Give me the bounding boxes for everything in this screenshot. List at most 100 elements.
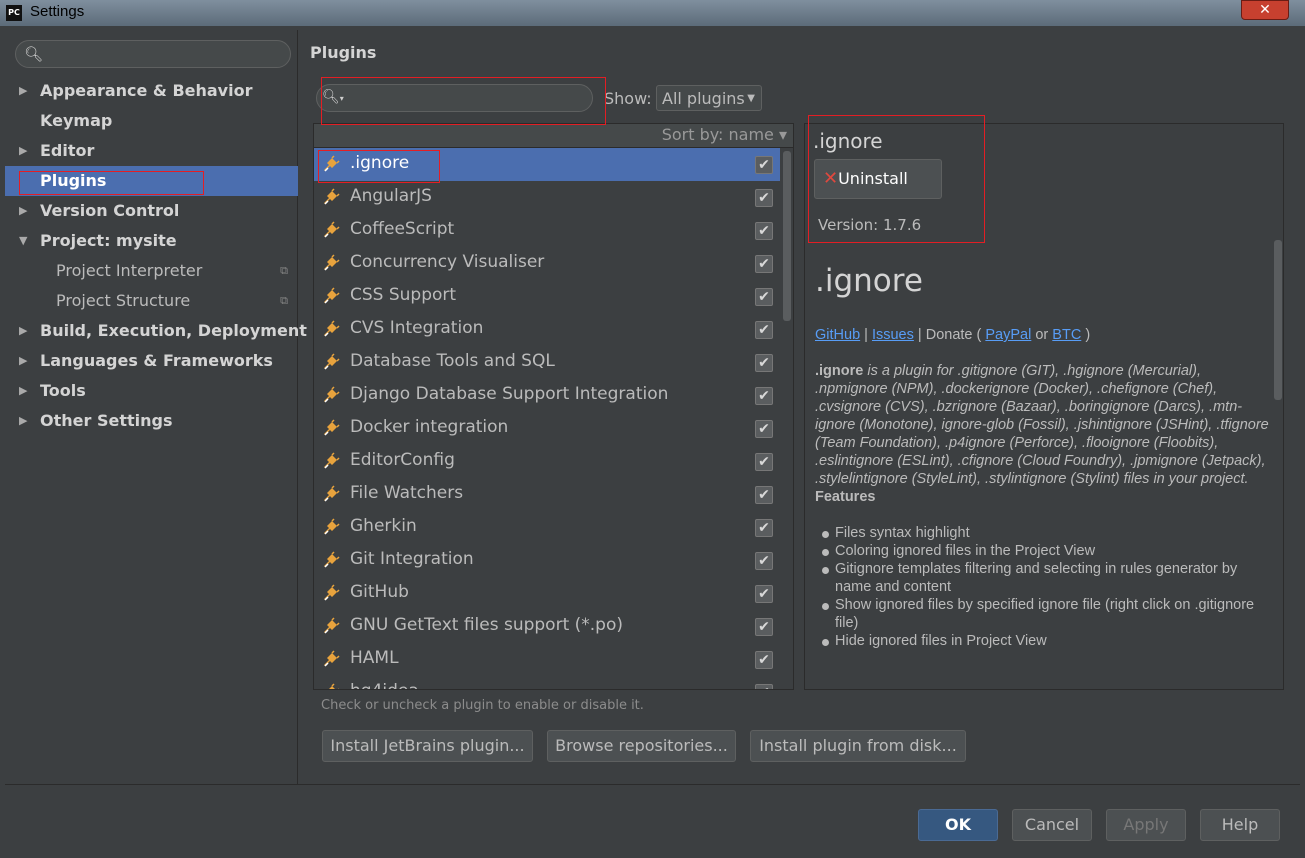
detail-scrollbar-thumb[interactable] <box>1274 240 1282 400</box>
plugin-enabled-checkbox[interactable]: ✔ <box>755 255 773 273</box>
show-filter-dropdown[interactable]: All plugins ▼ <box>656 85 762 111</box>
title-bar: PC Settings ✕ <box>0 0 1305 26</box>
plugin-enabled-checkbox[interactable]: ✔ <box>755 222 773 240</box>
expanded-arrow-icon[interactable]: ▼ <box>19 226 27 256</box>
plugin-row[interactable]: CoffeeScript ✔ <box>314 214 780 247</box>
plugin-row[interactable]: Docker integration ✔ <box>314 412 780 445</box>
sidebar-item-label: Languages & Frameworks <box>40 351 273 370</box>
plugin-enabled-checkbox[interactable]: ✔ <box>755 486 773 504</box>
or-text: or <box>1035 327 1049 343</box>
show-filter-value: All plugins <box>662 89 745 108</box>
github-link[interactable]: GitHub <box>815 327 860 343</box>
uninstall-label: Uninstall <box>838 169 908 188</box>
collapsed-arrow-icon[interactable]: ▶ <box>19 376 27 406</box>
description-heading: .ignore <box>815 263 923 299</box>
apply-button[interactable]: Apply <box>1106 809 1186 841</box>
sidebar-item-editor[interactable]: ▶ Editor <box>5 136 298 166</box>
sidebar-item-project-structure[interactable]: Project Structure ⧉ <box>5 286 298 316</box>
plugin-row[interactable]: GNU GetText files support (*.po) ✔ <box>314 610 780 643</box>
browse-repositories-button[interactable]: Browse repositories... <box>547 730 736 762</box>
search-options-icon[interactable]: 🔍︎▾ <box>322 89 344 105</box>
plugin-enabled-checkbox[interactable]: ✔ <box>755 288 773 306</box>
help-button[interactable]: Help <box>1200 809 1280 841</box>
project-settings-icon: ⧉ <box>280 264 288 277</box>
sidebar-search-input[interactable]: 🔍︎ <box>15 40 291 68</box>
plugin-enabled-checkbox[interactable]: ✔ <box>755 453 773 471</box>
sidebar-item-other-settings[interactable]: ▶ Other Settings <box>5 406 298 436</box>
plugin-enabled-checkbox[interactable]: ✔ <box>755 321 773 339</box>
sidebar-item-languages-frameworks[interactable]: ▶ Languages & Frameworks <box>5 346 298 376</box>
plugin-enabled-checkbox[interactable]: ✔ <box>755 585 773 603</box>
sidebar-item-label: Project Interpreter <box>56 261 203 280</box>
plugin-row[interactable]: CVS Integration ✔ <box>314 313 780 346</box>
sidebar-item-project-mysite[interactable]: ▼ Project: mysite <box>5 226 298 256</box>
plugin-icon <box>324 188 340 205</box>
plugin-row[interactable]: File Watchers ✔ <box>314 478 780 511</box>
detail-scrollbar[interactable] <box>1272 240 1283 400</box>
sidebar-item-label: Plugins <box>40 171 107 190</box>
plugin-icon <box>324 386 340 403</box>
collapsed-arrow-icon[interactable]: ▶ <box>19 136 27 166</box>
plugin-row[interactable]: GitHub ✔ <box>314 577 780 610</box>
plugin-row[interactable]: hg4idea ✔ <box>314 676 780 689</box>
uninstall-button[interactable]: ✕Uninstall <box>814 159 942 199</box>
plugin-search-input[interactable]: 🔍︎▾ <box>316 84 593 112</box>
plugin-row[interactable]: Concurrency Visualiser ✔ <box>314 247 780 280</box>
plugin-enabled-checkbox[interactable]: ✔ <box>755 684 773 689</box>
sort-by-dropdown[interactable]: Sort by: name ▾ <box>662 125 787 144</box>
plugin-row[interactable]: .ignore ✔ <box>314 148 780 181</box>
collapsed-arrow-icon[interactable]: ▶ <box>19 406 27 436</box>
sidebar-item-tools[interactable]: ▶ Tools <box>5 376 298 406</box>
plugin-row[interactable]: Database Tools and SQL ✔ <box>314 346 780 379</box>
plugin-enabled-checkbox[interactable]: ✔ <box>755 552 773 570</box>
issues-link[interactable]: Issues <box>872 327 914 343</box>
plugin-enabled-checkbox[interactable]: ✔ <box>755 156 773 174</box>
plugin-name: CoffeeScript <box>350 219 455 239</box>
install-from-disk-button[interactable]: Install plugin from disk... <box>750 730 966 762</box>
collapsed-arrow-icon[interactable]: ▶ <box>19 346 27 376</box>
plugin-icon <box>324 452 340 469</box>
paypal-link[interactable]: PayPal <box>985 327 1031 343</box>
plugin-enabled-checkbox[interactable]: ✔ <box>755 519 773 537</box>
list-scrollbar-thumb[interactable] <box>783 151 791 321</box>
plugin-row[interactable]: HAML ✔ <box>314 643 780 676</box>
plugin-list: Sort by: name ▾ .ignore ✔ AngularJS ✔ Coffee… <box>313 123 794 690</box>
plugin-enabled-checkbox[interactable]: ✔ <box>755 189 773 207</box>
sidebar-item-plugins[interactable]: Plugins <box>5 166 298 196</box>
install-jetbrains-plugin-button[interactable]: Install JetBrains plugin... <box>322 730 533 762</box>
btc-link[interactable]: BTC <box>1052 327 1081 343</box>
sidebar-item-build-execution-deployment[interactable]: ▶ Build, Execution, Deployment <box>5 316 307 346</box>
features-title: Features <box>815 489 876 505</box>
sidebar-item-appearance-behavior[interactable]: ▶ Appearance & Behavior <box>5 76 298 106</box>
plugin-row[interactable]: Gherkin ✔ <box>314 511 780 544</box>
plugin-icon <box>324 353 340 370</box>
list-scrollbar[interactable] <box>781 149 793 689</box>
collapsed-arrow-icon[interactable]: ▶ <box>19 76 27 106</box>
collapsed-arrow-icon[interactable]: ▶ <box>19 316 27 346</box>
plugin-name: CSS Support <box>350 285 457 305</box>
plugin-icon <box>324 221 340 238</box>
plugin-icon <box>324 584 340 601</box>
plugin-enabled-checkbox[interactable]: ✔ <box>755 387 773 405</box>
plugin-row[interactable]: Django Database Support Integration ✔ <box>314 379 780 412</box>
sidebar-item-label: Project: mysite <box>40 231 177 250</box>
plugin-enabled-checkbox[interactable]: ✔ <box>755 618 773 636</box>
close-window-button[interactable]: ✕ <box>1241 0 1289 20</box>
plugin-enabled-checkbox[interactable]: ✔ <box>755 420 773 438</box>
cancel-button[interactable]: Cancel <box>1012 809 1092 841</box>
plugin-enabled-checkbox[interactable]: ✔ <box>755 651 773 669</box>
sidebar-item-version-control[interactable]: ▶ Version Control <box>5 196 298 226</box>
ok-button[interactable]: OK <box>918 809 998 841</box>
plugin-row[interactable]: EditorConfig ✔ <box>314 445 780 478</box>
plugin-enabled-checkbox[interactable]: ✔ <box>755 354 773 372</box>
sidebar-item-label: Appearance & Behavior <box>40 81 253 100</box>
collapsed-arrow-icon[interactable]: ▶ <box>19 196 27 226</box>
plugin-row[interactable]: Git Integration ✔ <box>314 544 780 577</box>
sidebar-item-project-interpreter[interactable]: Project Interpreter ⧉ <box>5 256 298 286</box>
plugin-name: Django Database Support Integration <box>350 384 669 404</box>
plugin-row[interactable]: CSS Support ✔ <box>314 280 780 313</box>
plugin-name: EditorConfig <box>350 450 455 470</box>
sidebar-item-keymap[interactable]: Keymap <box>5 106 298 136</box>
sidebar-item-label: Editor <box>40 141 95 160</box>
plugin-row[interactable]: AngularJS ✔ <box>314 181 780 214</box>
